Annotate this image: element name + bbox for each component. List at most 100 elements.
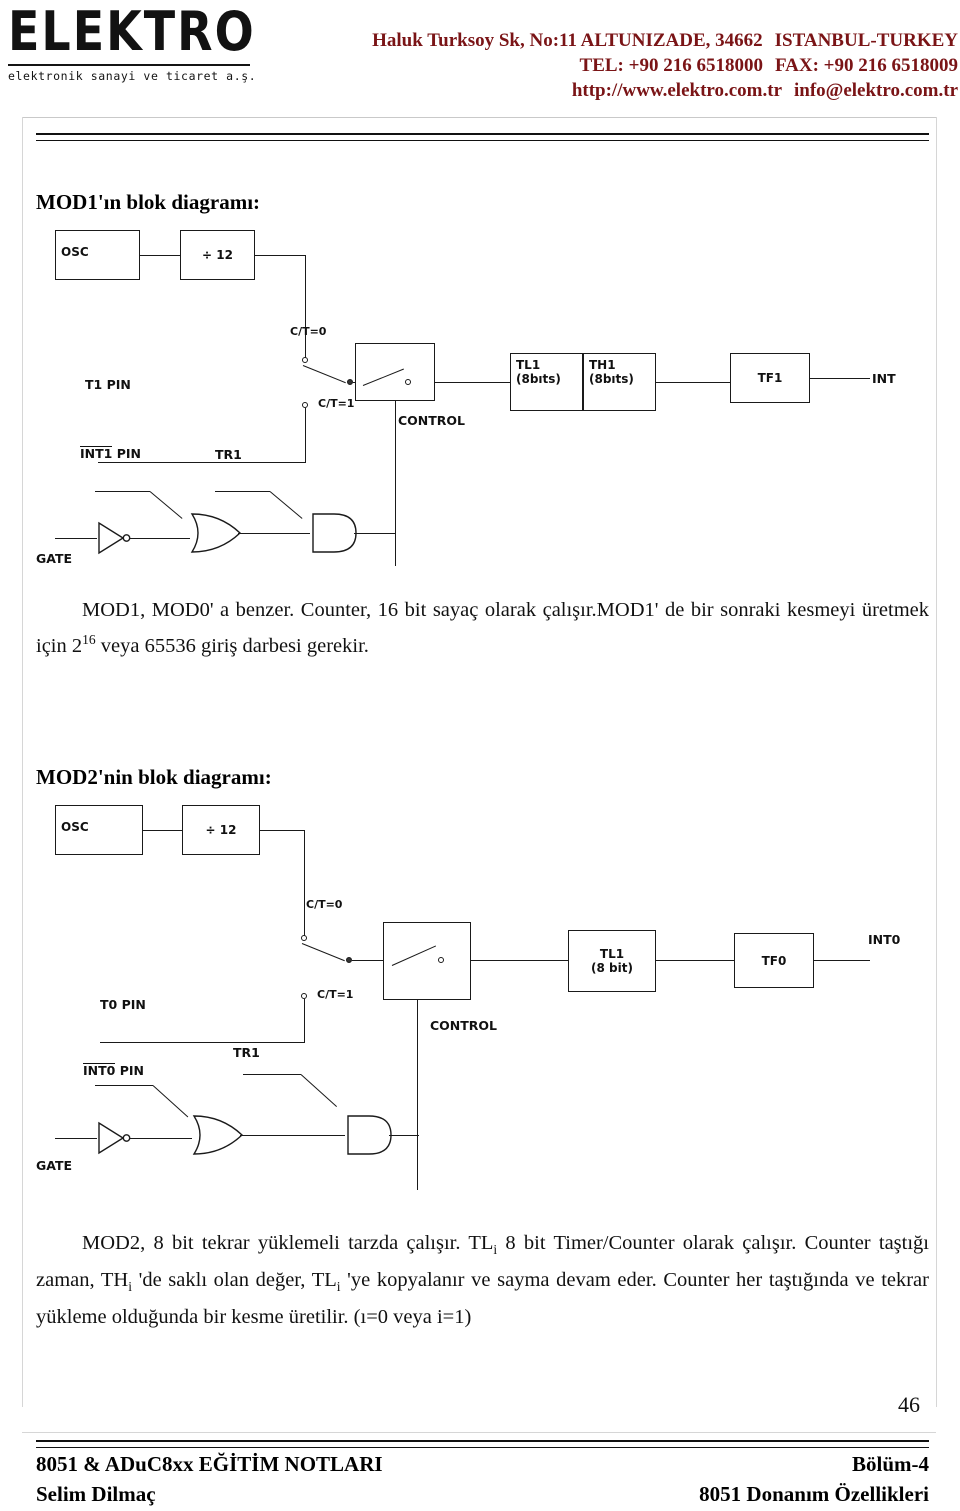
diagram2-osc-label: OSC bbox=[61, 820, 89, 834]
fax-number: FAX: +90 216 6518009 bbox=[774, 55, 958, 76]
diagram1-osc-label: OSC bbox=[61, 245, 89, 259]
diagram2-divider-box: ÷ 12 bbox=[182, 805, 260, 855]
wire-or-to-and bbox=[238, 533, 310, 534]
paragraph-mod2: MOD2, 8 bit tekrar yüklemeli tarzda çalı… bbox=[36, 1228, 929, 1332]
company-address-block: Haluk Turksoy Sk, No:11 ALTUNIZADE, 3466… bbox=[258, 28, 958, 103]
mod2-block-diagram: OSC ÷ 12 C/T=0 C/T=1 T0 PIN CONTROL TL1 … bbox=[0, 800, 960, 1200]
diagram2-tl1-sublabel: (8 bit) bbox=[591, 961, 633, 975]
diagram2-divider-label: ÷ 12 bbox=[205, 823, 237, 837]
diagram2-tr1-label: TR1 bbox=[233, 1045, 260, 1060]
wire-t0pin-horizontal bbox=[100, 1042, 305, 1043]
diagram2-tl1-label: TL1 bbox=[599, 947, 625, 961]
diagram1-t1-pin-label: T1 PIN bbox=[85, 377, 131, 392]
diagram2-tl1-box: TL1 (8 bit) bbox=[568, 930, 656, 992]
header-double-rule bbox=[36, 133, 929, 141]
diagram2-int0-output-label: INT0 bbox=[868, 932, 901, 947]
wire-gate-input-d2 bbox=[55, 1138, 97, 1139]
diagram1-ct0-node bbox=[302, 357, 308, 363]
address-city: ISTANBUL-TURKEY bbox=[774, 30, 958, 51]
wire-gate-input bbox=[55, 538, 97, 539]
wire-control-to-tl1 bbox=[435, 382, 510, 383]
elektro-logo: ELEKTRO elektronik sanayi ve ticaret a.ş… bbox=[8, 4, 258, 83]
logo-wordmark: ELEKTRO bbox=[8, 0, 256, 63]
diagram2-control-label: CONTROL bbox=[430, 1018, 498, 1033]
diagram1-th1-box: TH1 (8bıts) bbox=[583, 353, 656, 411]
wire-control-to-and-gate bbox=[395, 401, 396, 566]
heading-mod2: MOD2'nin blok diagramı: bbox=[36, 765, 272, 789]
paragraph1-text-post: veya 65536 giriş darbesi gerekir. bbox=[95, 634, 369, 657]
diagram1-int1-pin-label: INT1 PIN bbox=[80, 446, 141, 461]
page-number: 46 bbox=[898, 1392, 920, 1417]
diagram2-int0-pin-label: INT0 PIN bbox=[83, 1063, 144, 1078]
diagram2-control-box bbox=[383, 922, 471, 1000]
paragraph2-seg3: 'de saklı olan değer, TL bbox=[131, 1269, 337, 1292]
diagram1-th1-sublabel: (8bıts) bbox=[589, 372, 634, 386]
wire-div12-out-d2 bbox=[260, 830, 304, 831]
wire-int0pin-horizontal bbox=[95, 1085, 153, 1086]
wire-t1pin-vertical bbox=[305, 408, 306, 463]
page-frame-bottom-border bbox=[22, 1432, 936, 1433]
diagram2-control-switch-node bbox=[438, 957, 444, 963]
mod1-block-diagram: OSC ÷ 12 C/T=0 C/T=1 T1 PIN CONTROL TL1 … bbox=[0, 225, 960, 580]
diagram2-ct0-label: C/T=0 bbox=[306, 898, 343, 911]
page-frame-top-border bbox=[22, 117, 936, 118]
paragraph-mod1: MOD1, MOD0' a benzer. Counter, 16 bit sa… bbox=[36, 595, 929, 661]
footer-author: Selim Dilmaç bbox=[36, 1482, 156, 1506]
diagram1-int1-overbar: INT1 bbox=[80, 446, 113, 461]
address-line: Haluk Turksoy Sk, No:11 ALTUNIZADE, 3466… bbox=[258, 28, 958, 53]
diagram2-ct0-node bbox=[301, 935, 307, 941]
wire-t1pin-horizontal bbox=[98, 462, 306, 463]
diagram1-tl1-box: TL1 (8bıts) bbox=[510, 353, 583, 411]
diagram1-not-gate-icon bbox=[98, 521, 131, 555]
footer-chapter: Bölüm-4 bbox=[851, 1452, 929, 1476]
diagram1-control-label: CONTROL bbox=[398, 413, 466, 428]
footer-subject: 8051 Donanım Özellikleri bbox=[699, 1482, 929, 1506]
wire-control-to-and-gate-d2 bbox=[417, 1000, 418, 1190]
diagram2-osc-box: OSC bbox=[55, 805, 143, 855]
wire-int0pin-slope bbox=[152, 1085, 189, 1118]
diagram1-tf1-label: TF1 bbox=[757, 371, 783, 385]
paragraph1-exponent: 16 bbox=[82, 632, 96, 647]
diagram2-tf0-box: TF0 bbox=[734, 933, 814, 988]
footer-course-title: 8051 & ADuC8xx EĞİTİM NOTLARI bbox=[36, 1452, 383, 1476]
wire-div12-down bbox=[305, 255, 306, 360]
wire-tl1-to-tf0 bbox=[656, 960, 734, 961]
email-address[interactable]: info@elektro.com.tr bbox=[794, 80, 958, 101]
diagram1-control-switch-node bbox=[405, 379, 411, 385]
wire-or-to-and-d2 bbox=[240, 1135, 345, 1136]
diagram1-ct0-label: C/T=0 bbox=[290, 325, 327, 338]
logo-divider bbox=[8, 64, 250, 66]
wire-osc-to-div12-d2 bbox=[143, 830, 182, 831]
diagram1-tl1-sublabel: (8bıts) bbox=[516, 372, 561, 386]
wire-inverter-to-or-d2 bbox=[130, 1138, 192, 1139]
paragraph2-seg1: MOD2, 8 bit tekrar yüklemeli tarzda çalı… bbox=[82, 1232, 494, 1254]
diagram1-ct1-label: C/T=1 bbox=[318, 397, 355, 410]
diagram1-tr1-label: TR1 bbox=[215, 447, 242, 462]
wire-tr1-slope bbox=[269, 491, 303, 519]
diagram2-gate-label: GATE bbox=[36, 1158, 73, 1173]
footer-double-rule bbox=[36, 1440, 929, 1448]
diagram2-t0-pin-label: T0 PIN bbox=[100, 997, 146, 1012]
wire-tr1-horizontal bbox=[215, 491, 270, 492]
diagram1-th1-label: TH1 bbox=[589, 358, 616, 372]
wire-int1pin-horizontal bbox=[95, 491, 150, 492]
wire-tr1-slope-d2 bbox=[300, 1074, 338, 1107]
wire-div12-down-d2 bbox=[304, 830, 305, 938]
diagram1-divider-box: ÷ 12 bbox=[180, 230, 255, 280]
diagram1-ct-switch-blade bbox=[302, 365, 346, 384]
diagram2-int0-overbar: INT0 bbox=[83, 1063, 116, 1078]
telephone: TEL: +90 216 6518000 bbox=[579, 55, 763, 76]
wire-t0pin-vertical bbox=[304, 999, 305, 1043]
address-street: Haluk Turksoy Sk, No:11 ALTUNIZADE, 3466… bbox=[372, 30, 763, 51]
web-line: http://www.elektro.com.tr info@elektro.co… bbox=[258, 78, 958, 103]
diagram2-int0-pin-suffix: PIN bbox=[115, 1063, 144, 1078]
diagram1-tf1-box: TF1 bbox=[730, 353, 810, 403]
wire-div12-out bbox=[255, 255, 305, 256]
wire-th1-to-tf1 bbox=[656, 382, 730, 383]
wire-tr1-horizontal-d2 bbox=[243, 1074, 301, 1075]
logo-tagline: elektronik sanayi ve ticaret a.ş. bbox=[8, 69, 257, 83]
website-url[interactable]: http://www.elektro.com.tr bbox=[572, 80, 782, 101]
page-header: ELEKTRO elektronik sanayi ve ticaret a.ş… bbox=[0, 0, 960, 122]
diagram1-int1-pin-suffix: PIN bbox=[112, 446, 141, 461]
diagram2-ct-switch-blade bbox=[301, 943, 345, 962]
